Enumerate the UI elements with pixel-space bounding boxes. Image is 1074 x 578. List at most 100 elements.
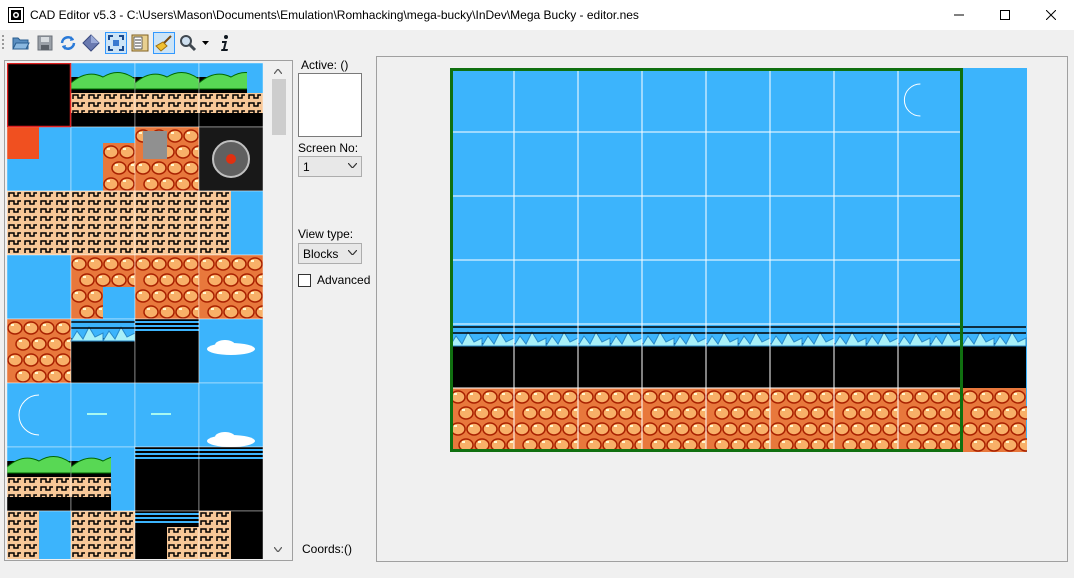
map-block[interactable]	[578, 196, 642, 260]
tile-black-stripes[interactable]	[134, 318, 200, 384]
tile-grass-top[interactable]	[7, 446, 72, 512]
map-block[interactable]	[578, 68, 642, 132]
map-block[interactable]	[578, 388, 650, 452]
tileset-grid[interactable]	[7, 63, 263, 559]
tile-rock-gray[interactable]	[134, 126, 207, 192]
map-block[interactable]	[706, 132, 770, 196]
save-button[interactable]	[34, 32, 56, 54]
map-block[interactable]	[898, 260, 962, 324]
map-block[interactable]	[641, 324, 707, 388]
tile-sky-brick[interactable]	[198, 190, 263, 256]
maximize-button[interactable]	[982, 0, 1028, 30]
map-block[interactable]	[514, 388, 586, 452]
tile-grass-top-edge[interactable]	[198, 63, 263, 128]
advanced-checkbox[interactable]	[298, 274, 311, 287]
map-block[interactable]	[450, 68, 514, 132]
screen-no-select[interactable]: 1	[298, 156, 362, 177]
map-block[interactable]	[578, 260, 642, 324]
zoom-button[interactable]	[177, 32, 199, 54]
close-button[interactable]	[1028, 0, 1074, 30]
map-block[interactable]	[642, 132, 706, 196]
map-block[interactable]	[962, 132, 1026, 196]
map-block[interactable]	[642, 388, 714, 452]
info-button[interactable]	[214, 32, 236, 54]
map-block[interactable]	[962, 196, 1026, 260]
tile-sky[interactable]	[7, 254, 72, 320]
map-block[interactable]	[961, 324, 1027, 388]
map-block[interactable]	[770, 196, 834, 260]
map-block[interactable]	[770, 388, 842, 452]
map-block[interactable]	[578, 132, 642, 196]
tile-black[interactable]	[7, 63, 72, 128]
map-block[interactable]	[514, 132, 578, 196]
map-block[interactable]	[514, 260, 578, 324]
map-screen[interactable]	[449, 68, 1034, 452]
map-block[interactable]	[834, 68, 898, 132]
tile-brick-block[interactable]	[70, 190, 136, 256]
map-block[interactable]	[898, 388, 970, 452]
map-block[interactable]	[770, 132, 834, 196]
tile-grass-brick[interactable]	[70, 446, 136, 512]
scroll-thumb[interactable]	[272, 79, 286, 135]
map-block[interactable]	[769, 324, 835, 388]
map-block[interactable]	[898, 196, 962, 260]
layout-button[interactable]	[129, 32, 151, 54]
tile-black-stripes[interactable]	[134, 446, 200, 512]
map-block[interactable]	[706, 388, 778, 452]
map-block[interactable]	[450, 196, 514, 260]
tile-grass-top[interactable]	[134, 63, 200, 128]
map-block[interactable]	[706, 196, 770, 260]
tile-rock[interactable]	[198, 254, 263, 320]
view-type-select[interactable]: Blocks	[298, 243, 362, 264]
tile-sky-cloud[interactable]	[198, 382, 263, 448]
broom-button[interactable]	[153, 32, 175, 54]
tile-sky-dash[interactable]	[134, 382, 200, 448]
fullscreen-button[interactable]	[105, 32, 127, 54]
map-block[interactable]	[962, 260, 1026, 324]
map-block[interactable]	[833, 324, 899, 388]
map-block[interactable]	[705, 324, 771, 388]
map-block[interactable]	[514, 196, 578, 260]
tile-sky-rock[interactable]	[70, 126, 143, 192]
map-block[interactable]	[450, 388, 522, 452]
tile-brick-block[interactable]	[7, 190, 72, 256]
tileset-view[interactable]	[7, 63, 263, 559]
map-block[interactable]	[514, 68, 578, 132]
map-block[interactable]	[834, 132, 898, 196]
tile-sky-brick[interactable]	[7, 510, 72, 559]
tile-rock[interactable]	[134, 254, 207, 320]
map-block[interactable]	[898, 132, 962, 196]
tile-sky-corner[interactable]	[7, 126, 72, 192]
toolbar-grip[interactable]	[2, 34, 5, 52]
map-block[interactable]	[450, 132, 514, 196]
map-block[interactable]	[898, 68, 962, 132]
tile-black-stripes[interactable]	[198, 446, 263, 512]
map-block[interactable]	[450, 260, 514, 324]
map-block[interactable]	[962, 388, 1034, 452]
title-bar[interactable]: CAD Editor v5.3 - C:\Users\Mason\Documen…	[0, 0, 1074, 30]
minimize-button[interactable]	[936, 0, 982, 30]
reload-button[interactable]	[57, 32, 79, 54]
map-block[interactable]	[897, 324, 963, 388]
map-block[interactable]	[513, 324, 579, 388]
map-block[interactable]	[834, 388, 906, 452]
map-block[interactable]	[706, 260, 770, 324]
tile-rock[interactable]	[7, 318, 79, 384]
tile-rock-sky[interactable]	[70, 254, 143, 320]
tile-stripe-brick[interactable]	[134, 510, 200, 559]
map-block[interactable]	[449, 324, 515, 388]
map-block[interactable]	[834, 260, 898, 324]
map-block[interactable]	[962, 68, 1026, 132]
tile-spike-ball[interactable]	[198, 126, 263, 192]
tile-waves-black[interactable]	[70, 318, 136, 384]
scroll-up-button[interactable]	[270, 63, 286, 79]
map-block[interactable]	[706, 68, 770, 132]
tile-brick-block[interactable]	[134, 190, 200, 256]
map-block[interactable]	[770, 260, 834, 324]
tile-moon[interactable]	[7, 382, 72, 448]
map-canvas[interactable]	[449, 68, 1034, 452]
map-block[interactable]	[642, 196, 706, 260]
tile-cloud[interactable]	[198, 318, 263, 384]
tileset-scrollbar[interactable]	[264, 61, 292, 560]
tile-brick[interactable]	[70, 510, 136, 559]
